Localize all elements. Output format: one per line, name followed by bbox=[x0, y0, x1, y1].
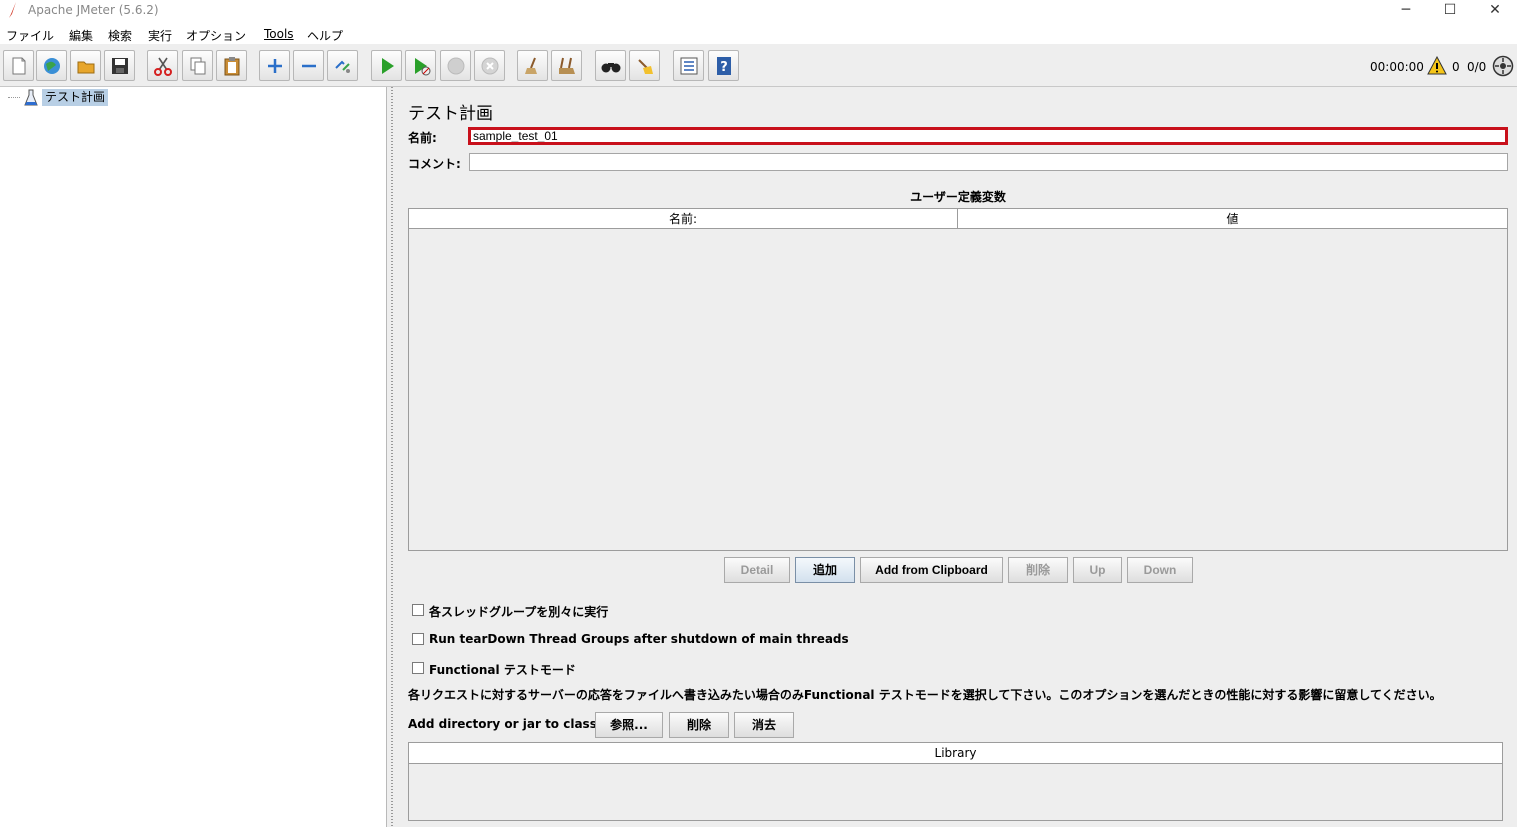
toolbar: ? bbox=[0, 44, 1517, 87]
up-button[interactable]: Up bbox=[1073, 557, 1122, 583]
menu-search[interactable]: 検索 bbox=[108, 27, 132, 44]
minimize-button[interactable]: ─ bbox=[1384, 0, 1428, 22]
clear-button[interactable] bbox=[517, 50, 548, 81]
open-folder-icon bbox=[77, 61, 95, 74]
run-thread-groups-consecutively-checkbox[interactable] bbox=[412, 604, 424, 616]
comment-label: コメント: bbox=[408, 157, 461, 171]
clear-all-button[interactable] bbox=[551, 50, 582, 81]
play-no-pause-icon bbox=[415, 58, 431, 76]
help-icon: ? bbox=[717, 57, 731, 75]
comment-input[interactable] bbox=[469, 153, 1508, 171]
plus-icon bbox=[268, 59, 282, 73]
error-count: 0 bbox=[1452, 60, 1460, 74]
stop-button[interactable] bbox=[440, 50, 471, 81]
down-button[interactable]: Down bbox=[1127, 557, 1193, 583]
user-defined-variables-table[interactable]: 名前: 値 bbox=[408, 208, 1508, 551]
name-label: 名前: bbox=[408, 131, 437, 145]
title-bar: Apache JMeter (5.6.2) ─ ☐ ✕ bbox=[0, 0, 1517, 22]
functional-mode-note: 各リクエストに対するサーバーの応答をファイルへ書き込みたい場合のみFunctio… bbox=[408, 688, 1442, 702]
close-button[interactable]: ✕ bbox=[1473, 0, 1517, 22]
new-icon bbox=[12, 57, 26, 75]
menu-edit[interactable]: 編集 bbox=[69, 27, 93, 44]
panel-title: テスト計画 bbox=[408, 104, 493, 124]
templates-button[interactable] bbox=[36, 50, 67, 81]
expand-all-button[interactable] bbox=[259, 50, 290, 81]
library-table[interactable]: Library bbox=[408, 742, 1503, 821]
stop-icon bbox=[447, 57, 465, 75]
shutdown-button[interactable] bbox=[474, 50, 505, 81]
toggle-icon bbox=[335, 60, 350, 73]
search-button[interactable] bbox=[595, 50, 626, 81]
browse-button[interactable]: 参照... bbox=[595, 712, 663, 738]
menu-help[interactable]: ヘルプ bbox=[307, 27, 343, 44]
classpath-delete-button[interactable]: 削除 bbox=[669, 712, 729, 738]
reset-search-icon bbox=[638, 59, 653, 74]
start-button[interactable] bbox=[371, 50, 402, 81]
function-list-icon bbox=[680, 57, 698, 75]
detail-button[interactable]: Detail bbox=[724, 557, 790, 583]
paste-icon bbox=[224, 57, 240, 76]
templates-icon bbox=[44, 58, 60, 74]
elapsed-timer: 00:00:00 bbox=[1370, 60, 1424, 74]
help-button[interactable]: ? bbox=[708, 50, 739, 81]
name-input[interactable] bbox=[468, 127, 1508, 145]
teardown-after-shutdown-checkbox[interactable] bbox=[412, 633, 424, 645]
play-icon bbox=[382, 58, 394, 74]
save-button[interactable] bbox=[104, 50, 135, 81]
open-button[interactable] bbox=[70, 50, 101, 81]
active-thread-count: 0/0 bbox=[1467, 60, 1487, 74]
menu-run[interactable]: 実行 bbox=[148, 27, 172, 44]
minus-icon bbox=[302, 64, 316, 68]
new-button[interactable] bbox=[3, 50, 34, 81]
paste-button[interactable] bbox=[216, 50, 247, 81]
functional-test-mode-checkbox[interactable] bbox=[412, 662, 424, 674]
broom-clear-icon bbox=[525, 57, 537, 74]
delete-button[interactable]: 削除 bbox=[1008, 557, 1068, 583]
jmeter-feather-icon bbox=[9, 2, 16, 18]
collapse-all-button[interactable] bbox=[293, 50, 324, 81]
maximize-button[interactable]: ☐ bbox=[1428, 0, 1472, 22]
functional-test-mode-label: Functional テストモード bbox=[429, 663, 576, 677]
reset-search-button[interactable] bbox=[629, 50, 660, 81]
shutdown-icon bbox=[481, 57, 499, 75]
test-plan-flask-icon bbox=[24, 89, 38, 106]
cut-icon bbox=[154, 57, 172, 76]
add-button[interactable]: 追加 bbox=[795, 557, 855, 583]
menu-file[interactable]: ファイル bbox=[6, 27, 54, 44]
broom-clear-all-icon bbox=[559, 57, 575, 74]
classpath-clear-button[interactable]: 消去 bbox=[734, 712, 794, 738]
column-header-value[interactable]: 値 bbox=[958, 209, 1507, 229]
add-from-clipboard-button[interactable]: Add from Clipboard bbox=[860, 557, 1003, 583]
run-thread-groups-consecutively-label: 各スレッドグループを別々に実行 bbox=[429, 605, 609, 619]
split-pane-divider[interactable] bbox=[387, 87, 397, 827]
tree-connector bbox=[8, 97, 20, 98]
user-defined-variables-title: ユーザー定義変数 bbox=[910, 190, 1006, 204]
function-helper-button[interactable] bbox=[673, 50, 704, 81]
warning-icon[interactable] bbox=[1427, 56, 1447, 76]
column-header-library[interactable]: Library bbox=[409, 743, 1502, 764]
copy-icon bbox=[190, 57, 206, 75]
binoculars-icon bbox=[601, 63, 621, 73]
copy-button[interactable] bbox=[182, 50, 213, 81]
window-title: Apache JMeter (5.6.2) bbox=[28, 3, 159, 17]
test-plan-tree[interactable] bbox=[0, 87, 387, 827]
cut-button[interactable] bbox=[147, 50, 178, 81]
menu-options[interactable]: オプション bbox=[186, 27, 246, 44]
start-no-pauses-button[interactable] bbox=[405, 50, 436, 81]
remote-status-icon bbox=[1492, 55, 1514, 77]
tree-node-test-plan[interactable]: テスト計画 bbox=[42, 89, 109, 106]
column-header-name[interactable]: 名前: bbox=[409, 209, 958, 229]
toggle-button[interactable] bbox=[327, 50, 358, 81]
menu-tools[interactable]: Tools bbox=[264, 27, 294, 41]
menu-bar: ファイル 編集 検索 実行 オプション Tools ヘルプ bbox=[0, 22, 1517, 44]
svg-text:?: ? bbox=[720, 60, 728, 75]
save-icon bbox=[112, 58, 128, 74]
teardown-after-shutdown-label: Run tearDown Thread Groups after shutdow… bbox=[429, 632, 849, 646]
